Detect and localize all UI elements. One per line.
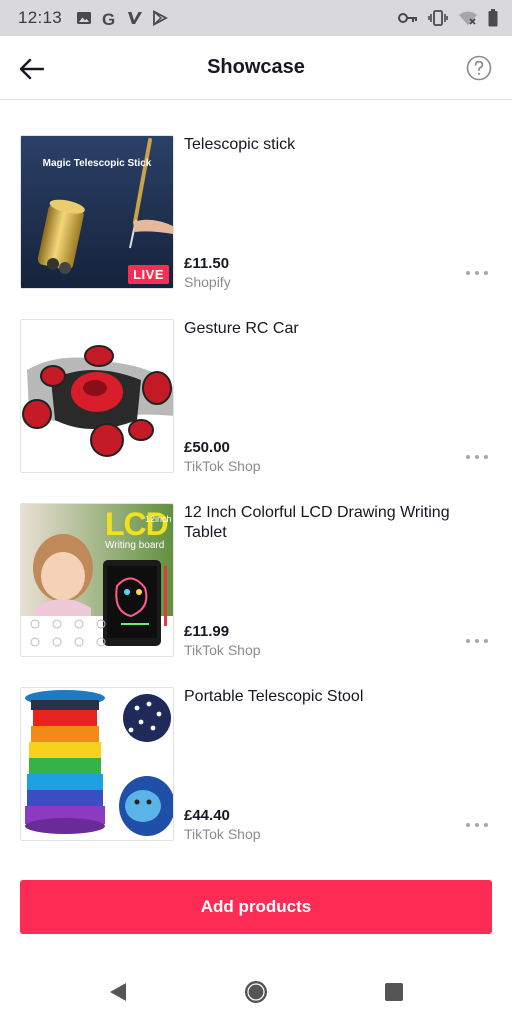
product-title: Portable Telescopic Stool bbox=[184, 688, 364, 705]
google-icon: G bbox=[101, 10, 118, 27]
wifi-off-icon bbox=[458, 10, 478, 26]
status-notification-icons: G bbox=[76, 10, 168, 27]
nav-recents-button[interactable] bbox=[380, 978, 408, 1006]
more-dots-icon bbox=[475, 823, 479, 827]
recents-square-icon bbox=[385, 983, 403, 1001]
product-price: £44.40 bbox=[184, 807, 230, 824]
live-badge: LIVE bbox=[128, 265, 169, 284]
product-title: Gesture RC Car bbox=[184, 320, 299, 337]
product-thumbnail bbox=[20, 687, 174, 841]
product-thumbnail: Magic Telescopic Stick LIVE bbox=[20, 135, 174, 289]
v-icon bbox=[127, 10, 143, 26]
telescopic-stool-image bbox=[21, 688, 173, 840]
more-options-button[interactable] bbox=[466, 268, 488, 278]
product-source: TikTok Shop bbox=[184, 826, 261, 842]
product-thumbnail bbox=[20, 319, 174, 473]
product-title: Telescopic stick bbox=[184, 136, 296, 153]
product-item[interactable]: Magic Telescopic Stick LIVE Telescopic s… bbox=[0, 118, 512, 302]
more-options-button[interactable] bbox=[466, 820, 488, 830]
nav-home-button[interactable] bbox=[242, 978, 270, 1006]
add-products-button[interactable]: Add products bbox=[20, 880, 492, 934]
image-icon bbox=[76, 10, 92, 26]
status-time: 12:13 bbox=[18, 8, 63, 27]
nav-back-button[interactable] bbox=[104, 978, 132, 1006]
more-dots-icon bbox=[475, 271, 479, 275]
page-title: Showcase bbox=[207, 56, 305, 78]
status-bar: 12:13 G bbox=[0, 0, 512, 36]
product-list: Magic Telescopic Stick LIVE Telescopic s… bbox=[0, 118, 512, 854]
more-dots-icon bbox=[466, 639, 470, 643]
product-item[interactable]: Gesture RC Car £50.00 TikTok Shop bbox=[0, 302, 512, 486]
battery-icon bbox=[488, 9, 498, 27]
svg-text:G: G bbox=[102, 10, 115, 27]
more-dots-icon bbox=[484, 455, 488, 459]
status-system-icons bbox=[398, 9, 498, 27]
more-options-button[interactable] bbox=[466, 636, 488, 646]
help-circle-icon bbox=[466, 55, 492, 81]
header: Showcase bbox=[0, 36, 512, 100]
home-circle-icon bbox=[245, 981, 267, 1003]
key-icon bbox=[398, 11, 418, 25]
more-dots-icon bbox=[475, 639, 479, 643]
more-dots-icon bbox=[484, 271, 488, 275]
thumbnail-subcaption: Writing board bbox=[105, 540, 165, 551]
system-nav-bar bbox=[0, 960, 512, 1024]
rc-car-image bbox=[21, 320, 173, 472]
more-dots-icon bbox=[466, 455, 470, 459]
back-button[interactable] bbox=[16, 54, 46, 84]
product-title: 12 Inch Colorful LCD Drawing Writing Tab… bbox=[184, 504, 450, 541]
thumbnail-size-label: 12inch bbox=[145, 514, 172, 524]
more-dots-icon bbox=[466, 823, 470, 827]
product-item[interactable]: LCD 12inch Writing board 12 Inch Colorfu… bbox=[0, 486, 512, 670]
product-thumbnail: LCD 12inch Writing board bbox=[20, 503, 174, 657]
more-dots-icon bbox=[475, 455, 479, 459]
product-source: TikTok Shop bbox=[184, 458, 261, 474]
play-store-icon bbox=[152, 10, 168, 26]
product-source: Shopify bbox=[184, 274, 231, 290]
product-price: £11.99 bbox=[184, 623, 230, 640]
back-arrow-icon bbox=[19, 58, 44, 80]
product-price: £50.00 bbox=[184, 439, 230, 456]
vibrate-icon bbox=[428, 10, 448, 26]
more-dots-icon bbox=[484, 639, 488, 643]
back-triangle-icon bbox=[110, 983, 126, 1001]
product-price: £11.50 bbox=[184, 255, 230, 272]
product-source: TikTok Shop bbox=[184, 642, 261, 658]
more-options-button[interactable] bbox=[466, 452, 488, 462]
thumbnail-logo: LCD bbox=[105, 506, 169, 542]
thumbnail-caption: Magic Telescopic Stick bbox=[42, 158, 152, 169]
more-dots-icon bbox=[484, 823, 488, 827]
product-item[interactable]: Portable Telescopic Stool £44.40 TikTok … bbox=[0, 670, 512, 854]
more-dots-icon bbox=[466, 271, 470, 275]
help-button[interactable] bbox=[466, 55, 492, 81]
